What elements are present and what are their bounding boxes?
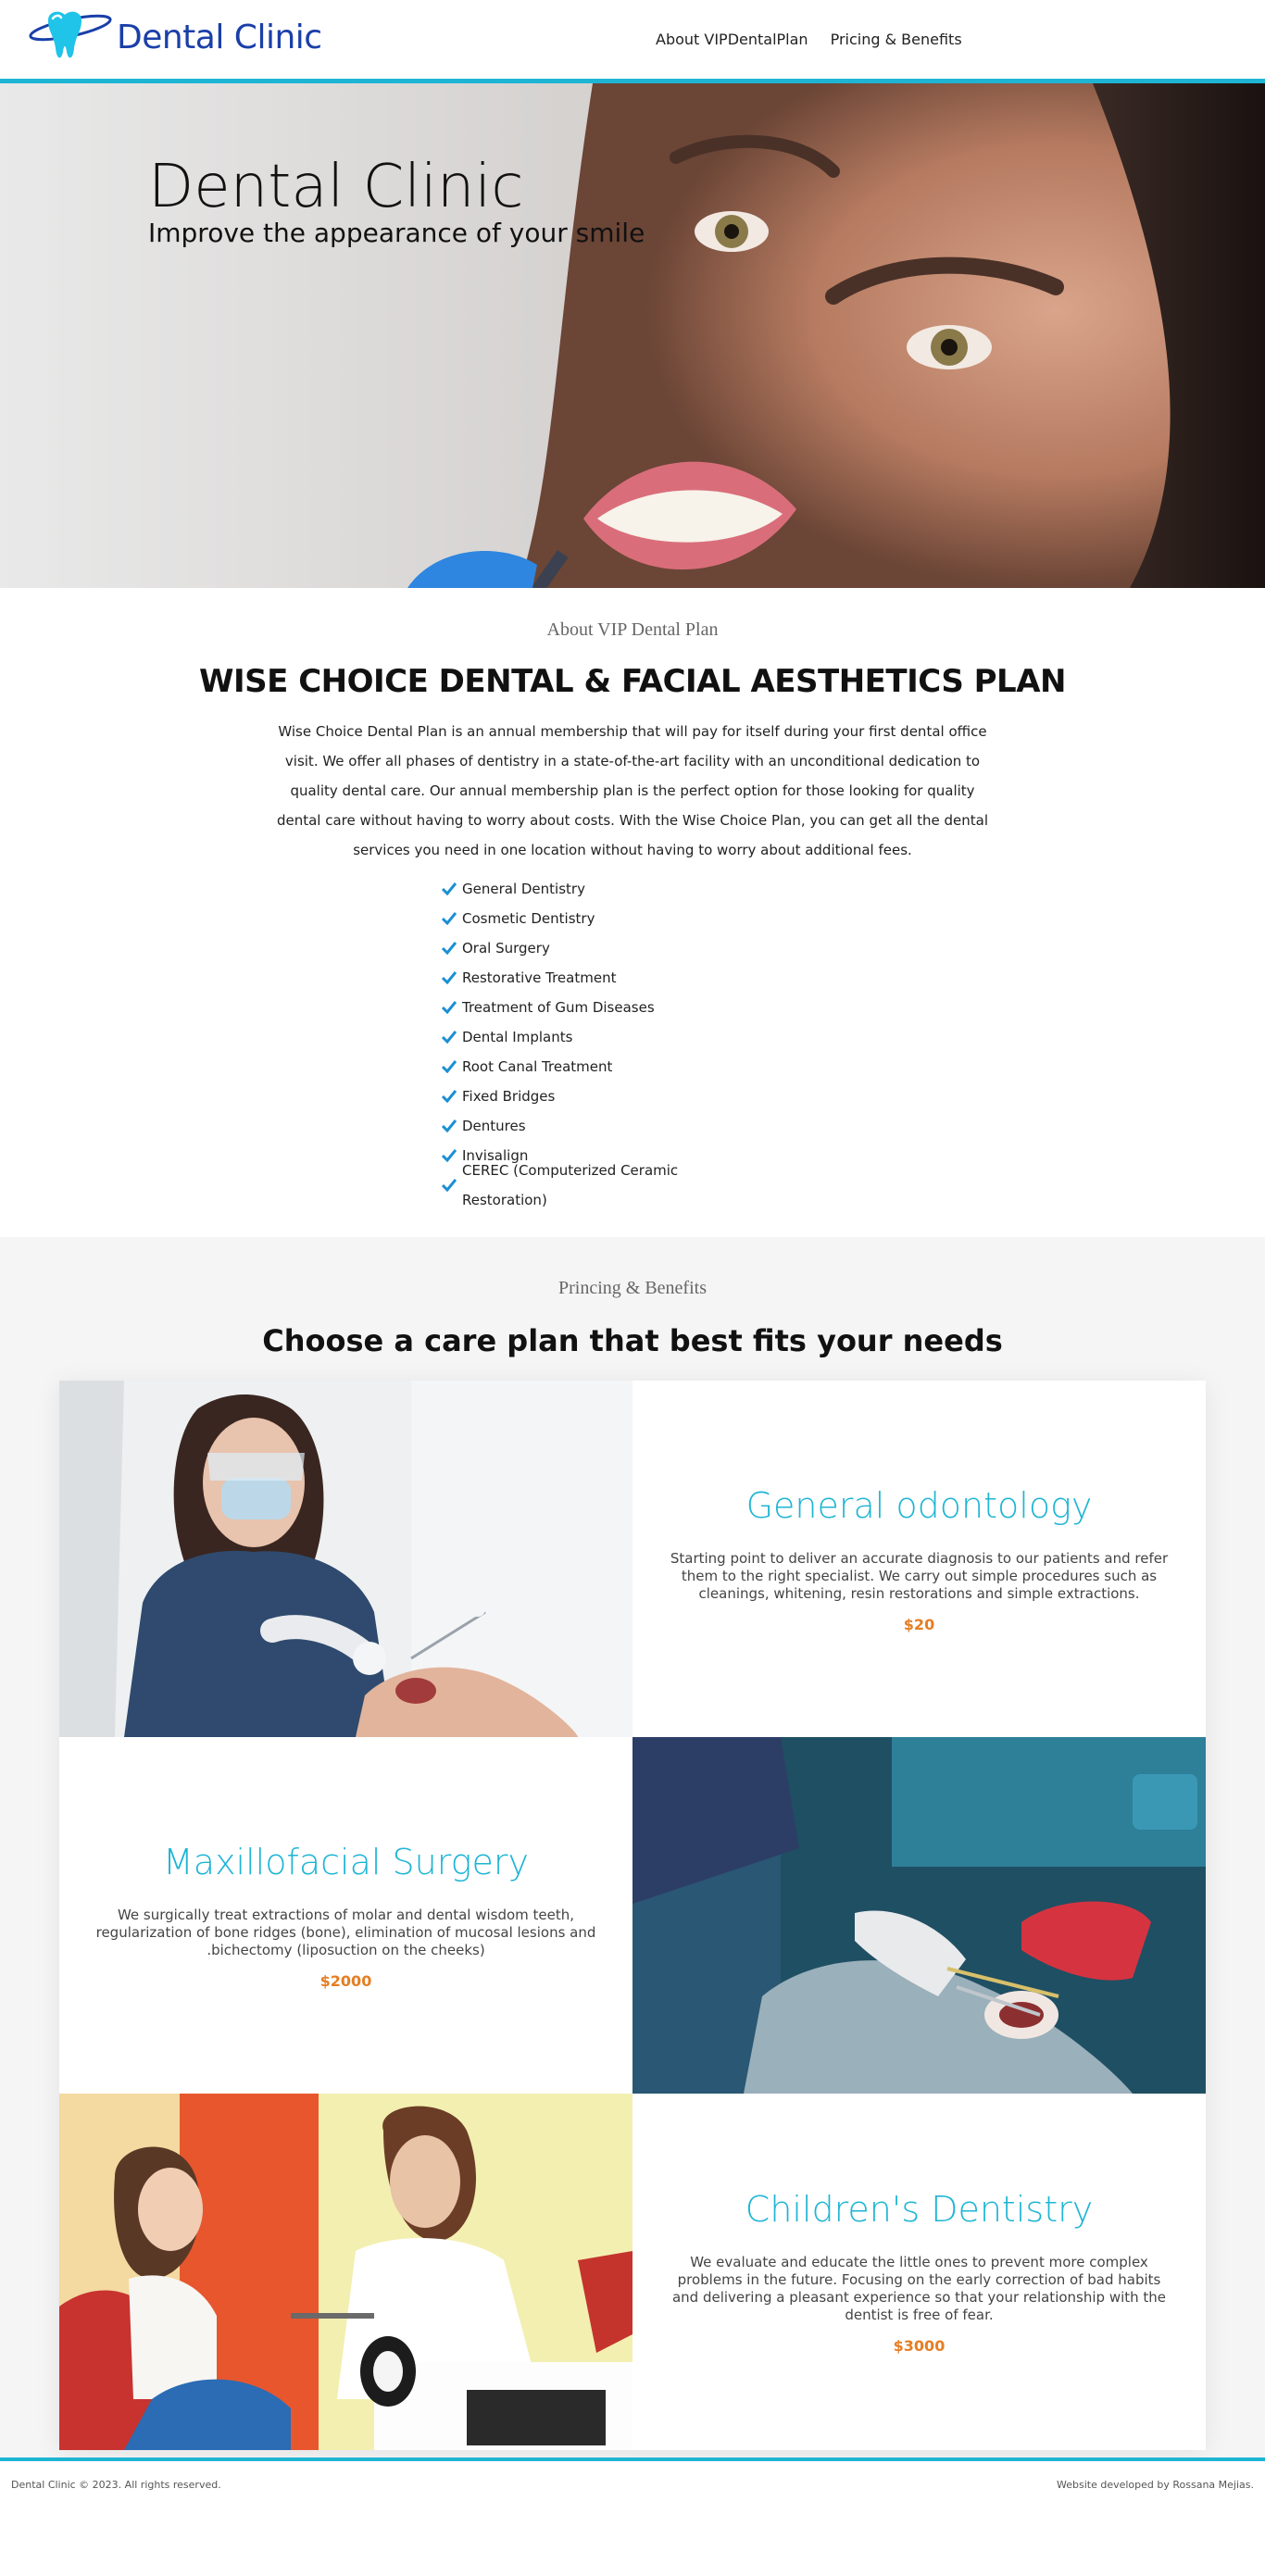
pricing-section: Princing & Benefits Choose a care plan t… [0, 1237, 1265, 2457]
about-kicker: About VIP Dental Plan [546, 619, 719, 640]
plan-card-children: Children's Dentistry We evaluate and edu… [59, 2094, 1206, 2450]
checkmark-icon [442, 1149, 457, 1162]
checkmark-icon [442, 1001, 457, 1014]
service-label: Root Canal Treatment [462, 1058, 613, 1075]
plan-title: Children's Dentistry [745, 2189, 1094, 2230]
plan-text-surgery: Maxillofacial Surgery We surgically trea… [59, 1737, 632, 2094]
about-section: About VIP Dental Plan WISE CHOICE DENTAL… [0, 588, 1265, 1237]
service-label: Oral Surgery [462, 940, 550, 957]
service-item: Root Canal Treatment [442, 1052, 757, 1082]
plan-card-surgery: Maxillofacial Surgery We surgically trea… [59, 1737, 1206, 2094]
service-label: Cosmetic Dentistry [462, 910, 595, 927]
checkmark-icon [442, 882, 457, 895]
plan-price: $2000 [319, 1971, 372, 1990]
checkmark-icon [442, 1179, 457, 1192]
plan-description: We surgically treat extractions of molar… [95, 1906, 596, 1958]
service-label: Fixed Bridges [462, 1088, 556, 1105]
plan-card-general: General odontology Starting point to del… [59, 1381, 1206, 1737]
hero-banner: Dental Clinic Improve the appearance of … [0, 83, 1265, 588]
about-body: Wise Choice Dental Plan is an annual mem… [276, 723, 989, 858]
service-item: Dentures [442, 1111, 757, 1141]
service-item: Fixed Bridges [442, 1082, 757, 1111]
checkmark-icon [442, 912, 457, 925]
service-item: Cosmetic Dentistry [442, 904, 757, 933]
service-label: Treatment of Gum Diseases [462, 999, 655, 1016]
hero-subtitle: Improve the appearance of your smile [148, 218, 645, 248]
service-label: Restorative Treatment [462, 969, 617, 986]
main-nav: About VIPDentalPlan Pricing & Benefits [656, 31, 962, 48]
checkmark-icon [442, 1119, 457, 1132]
service-item: Oral Surgery [442, 933, 757, 963]
hero-title: Dental Clinic [148, 153, 524, 221]
footer-credit: Website developed by Rossana Mejias. [1056, 2478, 1254, 2491]
plan-description: We evaluate and educate the little ones … [671, 2254, 1167, 2323]
nav-pricing[interactable]: Pricing & Benefits [831, 31, 962, 48]
plan-price: $3000 [893, 2337, 946, 2355]
plan-price: $20 [903, 1615, 935, 1633]
plan-description: Starting point to deliver an accurate di… [670, 1549, 1169, 1602]
checkmark-icon [442, 1090, 457, 1103]
site-footer: Dental Clinic © 2023. All rights reserve… [0, 2457, 1265, 2507]
about-heading: WISE CHOICE DENTAL & FACIAL AESTHETICS P… [199, 663, 1067, 700]
plan-title: General odontology [745, 1484, 1093, 1526]
logo-link[interactable]: Dental Clinic [28, 7, 322, 67]
nav-about[interactable]: About VIPDentalPlan [656, 31, 808, 48]
service-item: General Dentistry [442, 874, 757, 904]
service-label: Dental Implants [462, 1029, 573, 1045]
dentist-exam-photo [59, 1381, 632, 1737]
service-item: Restorative Treatment [442, 963, 757, 993]
site-header: Dental Clinic About VIPDentalPlan Pricin… [0, 0, 1265, 83]
pricing-kicker: Princing & Benefits [558, 1278, 707, 1298]
checkmark-icon [442, 1060, 457, 1073]
services-list: General Dentistry Cosmetic Dentistry Ora… [442, 874, 757, 1208]
checkmark-icon [442, 942, 457, 955]
service-item: Dental Implants [442, 1022, 757, 1052]
plans-grid: General odontology Starting point to del… [59, 1381, 1206, 2450]
brand-name: Dental Clinic [117, 18, 322, 56]
plan-title: Maxillofacial Surgery [163, 1841, 529, 1882]
service-label: CEREC (Computerized Ceramic Restoration) [462, 1162, 679, 1208]
service-item: Treatment of Gum Diseases [442, 993, 757, 1022]
footer-copyright: Dental Clinic © 2023. All rights reserve… [11, 2478, 221, 2491]
childrens-dentist-photo [59, 2094, 632, 2450]
plan-text-general: General odontology Starting point to del… [632, 1381, 1206, 1737]
checkmark-icon [442, 1031, 457, 1044]
service-item: CEREC (Computerized Ceramic Restoration) [442, 1162, 757, 1208]
service-label: Dentures [462, 1118, 526, 1134]
pricing-heading: Choose a care plan that best fits your n… [262, 1323, 1003, 1358]
surgery-photo [632, 1737, 1206, 2094]
tooth-logo-icon [29, 11, 112, 58]
plan-text-children: Children's Dentistry We evaluate and edu… [632, 2094, 1206, 2450]
checkmark-icon [442, 971, 457, 984]
service-label: General Dentistry [462, 881, 585, 897]
